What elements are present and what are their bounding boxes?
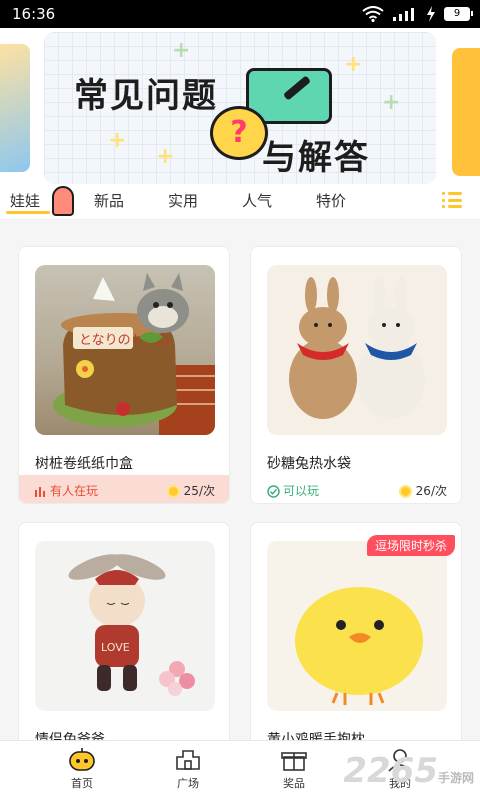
price: 26/次: [398, 482, 447, 499]
coin-icon: [166, 484, 180, 498]
tab-popular[interactable]: 人气: [242, 190, 272, 211]
signal-icon: [393, 8, 414, 21]
banner-title: 常见问题: [74, 76, 218, 116]
robot-face-icon: [69, 748, 95, 771]
product-name: 黄小鸡暖手抱枕: [267, 732, 365, 740]
svg-text:LOVE: LOVE: [101, 641, 130, 654]
banner-carousel[interactable]: + + + + + ? 常见问题 与解答: [0, 28, 480, 186]
product-footer: 有人在玩 25/次: [19, 475, 229, 503]
watermark-logo: 2265手游网: [343, 751, 474, 791]
price: 25/次: [166, 482, 215, 499]
banner-prev-slide[interactable]: [0, 44, 30, 172]
nav-home[interactable]: 首页: [52, 747, 112, 791]
coin-icon: [398, 484, 412, 498]
bar-chart-icon: [35, 487, 45, 497]
octopus-mascot-icon: [52, 186, 74, 216]
nav-prizes-label: 奖品: [283, 777, 305, 790]
list-menu-icon[interactable]: [442, 192, 462, 208]
plaza-icon: [176, 750, 200, 770]
plus-decoration: +: [172, 38, 191, 63]
tab-dolls[interactable]: 娃娃: [10, 190, 40, 211]
product-card[interactable]: 逗场限时秒杀 黄小鸡暖手抱枕: [250, 522, 462, 740]
flash-sale-tag: 逗场限时秒杀: [366, 535, 455, 556]
banner-subtitle: 与解答: [262, 138, 370, 178]
yellow-chick-pillow-image: [295, 587, 423, 705]
play-status: 可以玩: [267, 482, 319, 499]
play-status: 有人在玩: [35, 482, 98, 499]
tab-special[interactable]: 特价: [316, 190, 346, 211]
question-bubble-icon: ?: [210, 106, 268, 160]
check-circle-icon: [267, 484, 280, 498]
rabbit-plush-image: LOVE: [68, 554, 195, 696]
charging-icon: [427, 6, 435, 22]
nav-plaza-label: 广场: [177, 777, 199, 790]
product-image: となりのトトロ: [35, 265, 215, 435]
product-name: 情侣兔爸爸: [35, 732, 105, 740]
tree-stump-tissue-box-image: となりのトトロ: [53, 273, 215, 435]
status-icons: 9: [362, 6, 473, 22]
product-name: 砂糖兔热水袋: [267, 456, 351, 472]
status-time: 16:36: [12, 5, 56, 23]
battery-indicator: 9: [444, 7, 473, 21]
active-tab-indicator: [6, 211, 50, 214]
product-image: LOVE: [35, 541, 215, 711]
banner-next-slide[interactable]: [452, 48, 480, 176]
wifi-icon: [362, 6, 384, 22]
product-name: 树桩卷纸纸巾盒: [35, 456, 133, 472]
product-footer: 可以玩 26/次: [251, 475, 461, 503]
product-card[interactable]: LOVE 情侣兔爸爸: [18, 522, 230, 740]
gift-icon: [281, 752, 307, 771]
category-tabs: 娃娃 新品 实用 人气 特价: [0, 186, 480, 220]
product-image: [267, 541, 447, 711]
bunny-hot-water-bag-image: [289, 277, 425, 419]
product-card[interactable]: となりのトトロ 树桩卷纸纸巾盒 有人在玩 25/次: [18, 246, 230, 504]
bottom-navigation: 首页 广场 奖品 我的 2265手游网: [0, 740, 480, 800]
plus-decoration: +: [344, 52, 363, 77]
product-grid: となりのトトロ 树桩卷纸纸巾盒 有人在玩 25/次 砂糖兔热水袋 可以玩 26/…: [0, 220, 480, 740]
plus-decoration: +: [156, 144, 175, 169]
product-card[interactable]: 砂糖兔热水袋 可以玩 26/次: [250, 246, 462, 504]
nav-prizes[interactable]: 奖品: [264, 747, 324, 791]
nav-plaza[interactable]: 广场: [158, 747, 218, 791]
product-image: [267, 265, 447, 435]
plus-decoration: +: [382, 90, 401, 115]
plus-decoration: +: [108, 128, 127, 153]
tab-new[interactable]: 新品: [94, 190, 124, 211]
status-bar: 16:36 9: [0, 0, 480, 28]
tab-practical[interactable]: 实用: [168, 190, 198, 211]
banner-faq[interactable]: + + + + + ? 常见问题 与解答: [44, 32, 436, 184]
nav-home-label: 首页: [71, 777, 93, 790]
